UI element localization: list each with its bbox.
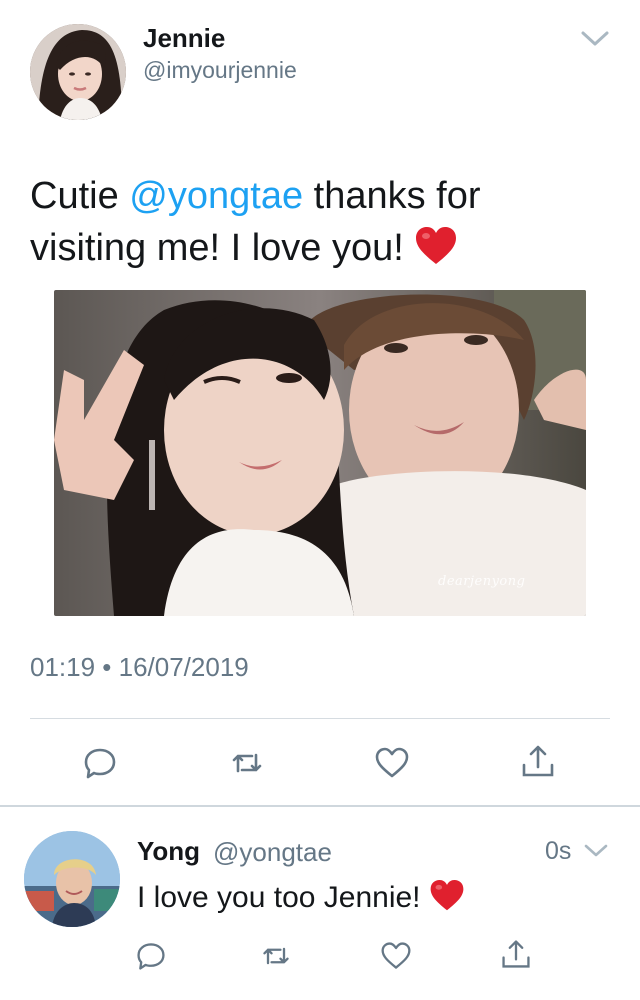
retweet-icon[interactable] xyxy=(260,940,292,972)
author-handle[interactable]: @imyourjennie xyxy=(143,57,297,84)
author-name[interactable]: Jennie xyxy=(143,23,225,54)
tweet-photo[interactable] xyxy=(54,290,586,616)
tweet-timestamp[interactable]: 01:19 • 16/07/2019 xyxy=(30,652,249,683)
avatar-jennie[interactable] xyxy=(30,24,126,120)
main-tweet: Jennie @imyourjennie Cutie @yongtae than… xyxy=(0,0,640,808)
reply-author-name[interactable]: Yong xyxy=(137,836,200,867)
mention-link[interactable]: @yongtae xyxy=(129,175,303,217)
divider xyxy=(30,718,610,719)
like-icon[interactable] xyxy=(374,745,410,781)
reply-text: I love you too Jennie! xyxy=(137,878,465,918)
share-icon[interactable] xyxy=(500,938,532,970)
avatar-yong[interactable] xyxy=(24,831,120,927)
share-icon[interactable] xyxy=(520,743,556,779)
red-heart-emoji-icon xyxy=(429,879,465,912)
tweet-text-part: visiting me! I love you! xyxy=(30,227,415,269)
reply-icon[interactable] xyxy=(135,940,167,972)
photo-watermark: dearjenyong xyxy=(438,574,526,589)
reply-text-part: I love you too Jennie! xyxy=(137,881,429,914)
section-divider xyxy=(0,805,640,807)
tweet-text: Cutie @yongtae thanks for visiting me! I… xyxy=(30,170,610,274)
reply-icon[interactable] xyxy=(82,745,118,781)
red-heart-emoji-icon xyxy=(414,226,458,266)
chevron-down-icon[interactable] xyxy=(583,842,609,860)
reply-tweet: Yong @yongtae 0s I love you too Jennie! xyxy=(0,808,640,1000)
reply-author-handle[interactable]: @yongtae xyxy=(213,837,332,868)
tweet-text-part: Cutie xyxy=(30,175,130,217)
tweet-text-part: thanks for xyxy=(303,175,481,217)
like-icon[interactable] xyxy=(380,940,412,972)
chevron-down-icon[interactable] xyxy=(580,28,610,50)
reply-time[interactable]: 0s xyxy=(545,837,571,866)
retweet-icon[interactable] xyxy=(229,745,265,781)
